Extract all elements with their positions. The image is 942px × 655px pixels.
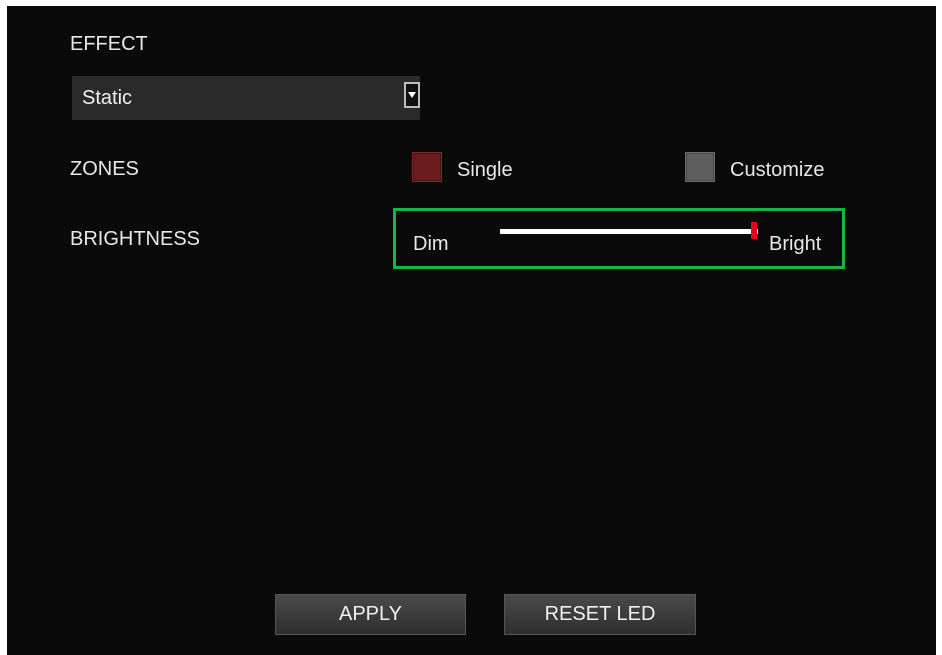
zone-single-checkbox[interactable] bbox=[412, 152, 442, 182]
brightness-min-label: Dim bbox=[413, 233, 449, 255]
effect-dropdown[interactable]: Static bbox=[72, 76, 420, 120]
zones-label: ZONES bbox=[70, 158, 139, 180]
zone-option-single[interactable]: Single bbox=[412, 152, 513, 182]
effect-label: EFFECT bbox=[70, 33, 148, 55]
brightness-slider-track[interactable] bbox=[500, 229, 758, 234]
brightness-label: BRIGHTNESS bbox=[70, 228, 201, 250]
chevron-down-icon[interactable] bbox=[404, 82, 420, 108]
brightness-control: Dim Bright bbox=[393, 208, 845, 269]
brightness-slider-thumb[interactable] bbox=[751, 222, 757, 239]
zone-customize-label: Customize bbox=[730, 159, 825, 181]
reset-led-button[interactable]: RESET LED bbox=[504, 594, 696, 635]
effect-selected-value: Static bbox=[82, 87, 133, 109]
zone-option-customize[interactable]: Customize bbox=[685, 152, 824, 182]
apply-button[interactable]: APPLY bbox=[275, 594, 466, 635]
brightness-max-label: Bright bbox=[769, 233, 822, 255]
lighting-panel: EFFECT Static ZONES Single Customize BRI… bbox=[7, 6, 936, 655]
zone-customize-checkbox[interactable] bbox=[685, 152, 715, 182]
zone-single-label: Single bbox=[457, 159, 513, 181]
